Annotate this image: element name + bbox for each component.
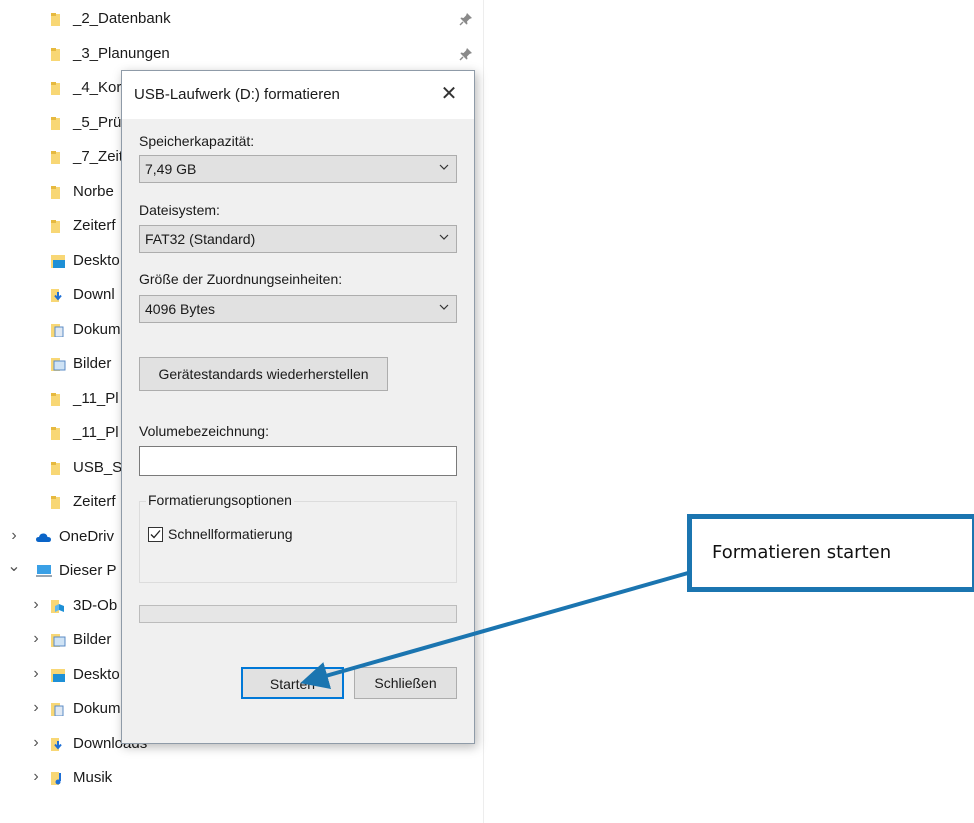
nav-tree-item-label: Dieser P: [59, 562, 117, 579]
desktop-folder-icon: [50, 255, 65, 268]
chevron-right-icon[interactable]: ›: [28, 769, 44, 785]
filesystem-label: Dateisystem:: [139, 202, 220, 218]
nav-tree-item-label: _5_Prü: [73, 114, 122, 131]
allocation-value: 4096 Bytes: [145, 301, 216, 317]
folder-icon: [50, 13, 64, 26]
filesystem-select[interactable]: FAT32 (Standard): [139, 225, 457, 253]
folder-icon: [50, 82, 64, 95]
nav-tree-item-label: OneDriv: [59, 528, 115, 545]
folder-icon: [50, 427, 64, 440]
folder-icon: [50, 117, 64, 130]
nav-tree-item-label: _7_Zeit: [73, 148, 124, 165]
nav-tree-item-label: _11_Pl: [73, 424, 119, 441]
this-pc-icon: [36, 565, 52, 578]
folder-icon: [50, 186, 64, 199]
nav-tree-item-label: Deskto: [73, 666, 120, 683]
pictures-folder-icon: [50, 634, 66, 647]
nav-tree-item-label: Bilder: [73, 631, 112, 648]
dialog-title: USB-Laufwerk (D:) formatieren: [134, 86, 340, 103]
start-button[interactable]: Starten: [241, 667, 344, 699]
folder-icon: [50, 496, 64, 509]
format-progress-bar: [139, 605, 457, 623]
quick-format-label[interactable]: Schnellformatierung: [168, 526, 293, 542]
music-folder-icon: [50, 772, 64, 785]
folder-icon: [50, 220, 64, 233]
nav-tree-item-label: _11_Pl: [73, 390, 119, 407]
nav-tree-item-label: Musik: [73, 769, 113, 786]
documents-folder-icon: [50, 703, 64, 717]
nav-tree-item-label: _4_Kor: [73, 79, 122, 96]
folder-icon: [50, 48, 64, 61]
annotation-text: Formatieren starten: [712, 542, 892, 563]
downloads-folder-icon: [50, 289, 64, 302]
format-options-group: [139, 501, 457, 583]
downloads-folder-icon: [50, 738, 64, 751]
nav-tree-item-label: 3D-Ob: [73, 597, 118, 614]
capacity-value: 7,49 GB: [145, 161, 197, 177]
nav-tree-item-label: Norbe: [73, 183, 114, 200]
close-button[interactable]: Schließen: [354, 667, 457, 699]
filesystem-value: FAT32 (Standard): [145, 231, 256, 247]
close-icon[interactable]: ✕: [436, 81, 462, 107]
chevron-down-icon: [439, 164, 449, 170]
chevron-down-icon[interactable]: ⌄: [6, 559, 22, 575]
chevron-right-icon[interactable]: ›: [28, 735, 44, 751]
nav-tree-item-label: Deskto: [73, 252, 120, 269]
pane-divider: [483, 0, 484, 823]
capacity-label: Speicherkapazität:: [139, 133, 255, 149]
restore-defaults-button[interactable]: Gerätestandards wiederherstellen: [139, 357, 388, 391]
folder-icon: [50, 151, 64, 164]
chevron-right-icon[interactable]: ›: [28, 700, 44, 716]
folder-icon: [50, 462, 64, 475]
format-dialog: USB-Laufwerk (D:) formatieren ✕ Speicher…: [121, 70, 475, 744]
format-options-label: Formatierungsoptionen: [146, 492, 294, 508]
nav-tree-item[interactable]: › Musik: [0, 761, 484, 795]
nav-tree-item-label: Bilder: [73, 355, 112, 372]
desktop-folder-icon: [50, 669, 65, 682]
nav-tree-item-label: Downl: [73, 286, 115, 303]
onedrive-icon: [36, 531, 51, 544]
checkmark-icon: [150, 530, 161, 539]
dialog-title-bar: USB-Laufwerk (D:) formatieren ✕: [122, 71, 474, 119]
nav-tree-item-label: USB_St: [73, 459, 127, 476]
folder-icon: [50, 393, 64, 406]
quick-format-checkbox[interactable]: [148, 527, 163, 542]
chevron-down-icon: [439, 234, 449, 240]
nav-tree-item-label: Zeiterf: [73, 493, 116, 510]
pin-icon[interactable]: [459, 12, 473, 26]
nav-tree-item[interactable]: _2_Datenbank: [0, 2, 484, 36]
chevron-right-icon[interactable]: ›: [28, 666, 44, 682]
3d-objects-icon: [50, 600, 64, 613]
allocation-select[interactable]: 4096 Bytes: [139, 295, 457, 323]
nav-tree-item-label: Dokum: [73, 321, 121, 338]
chevron-down-icon: [439, 304, 449, 310]
volume-label: Volumebezeichnung:: [139, 423, 269, 439]
nav-tree-item-label: Zeiterf: [73, 217, 116, 234]
nav-tree-item-label: _3_Planungen: [73, 45, 170, 62]
allocation-label: Größe der Zuordnungseinheiten:: [139, 271, 343, 287]
nav-tree-item-label: _2_Datenbank: [73, 10, 171, 27]
pictures-folder-icon: [50, 358, 66, 371]
pin-icon[interactable]: [459, 47, 473, 61]
chevron-right-icon[interactable]: ›: [6, 528, 22, 544]
documents-folder-icon: [50, 324, 64, 338]
chevron-right-icon[interactable]: ›: [28, 597, 44, 613]
capacity-select[interactable]: 7,49 GB: [139, 155, 457, 183]
annotation-callout: Formatieren starten: [687, 514, 974, 592]
nav-tree-item[interactable]: _3_Planungen: [0, 37, 484, 71]
volume-label-input[interactable]: [139, 446, 457, 476]
chevron-right-icon[interactable]: ›: [28, 631, 44, 647]
